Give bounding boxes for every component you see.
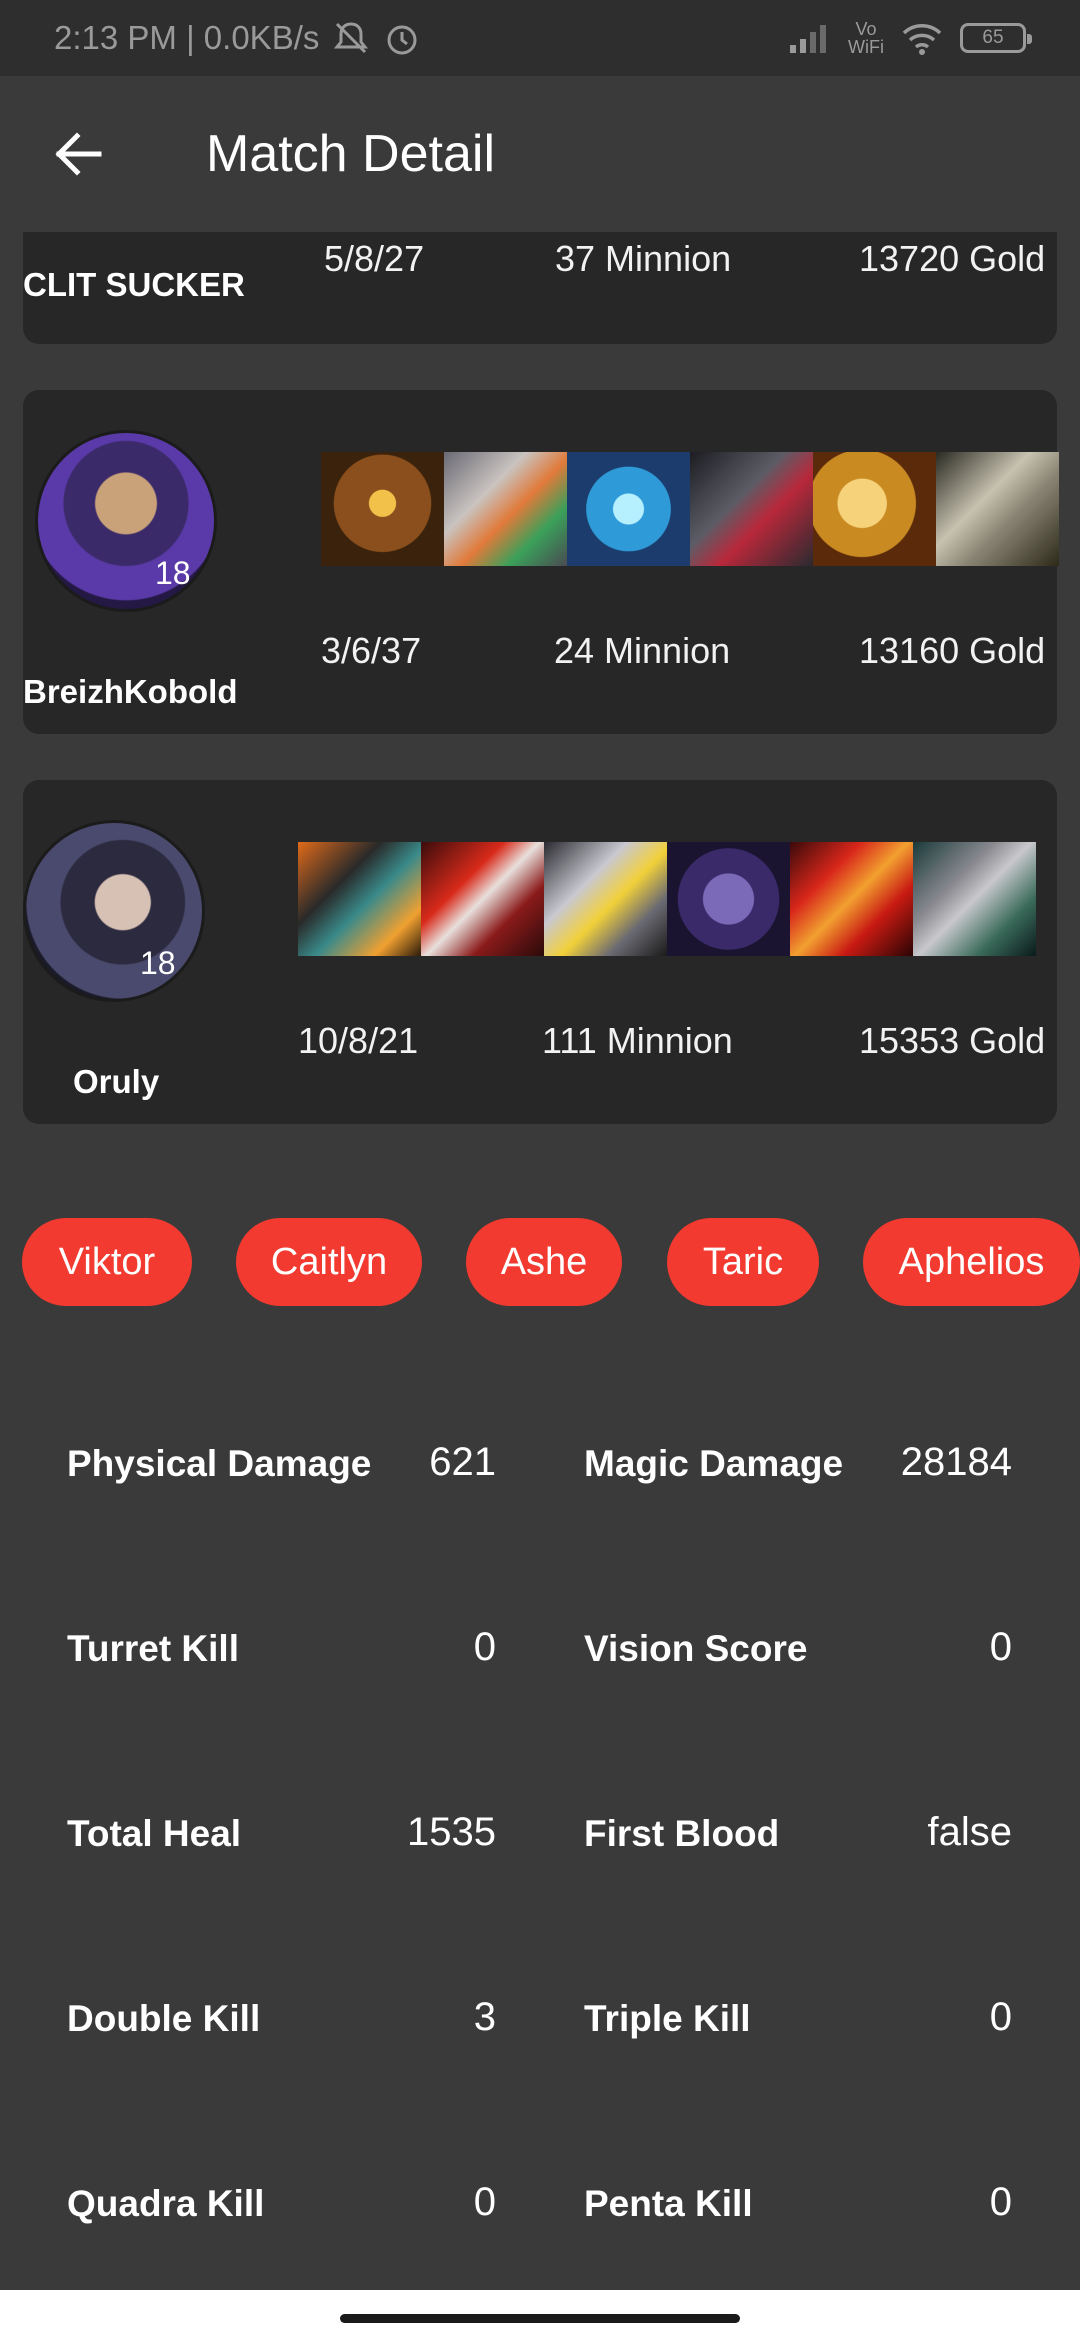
item-build [298,842,1036,956]
back-button[interactable] [32,109,122,199]
player-card[interactable]: 18 BreizhKobold 3/6/37 24 Minnion 13160 … [23,390,1059,734]
item-icon [913,842,1036,956]
stat-label-triple-kill: Triple Kill [584,1998,751,2039]
stat-value-turret-kill: 0 [473,1625,496,1669]
item-icon [421,842,544,956]
app-bar: Match Detail [0,76,1080,232]
stat-label-turret-kill: Turret Kill [67,1628,239,1669]
player-name: BreizhKobold [23,673,238,710]
item-icon [298,842,421,956]
stat-label-vision-score: Vision Score [584,1628,808,1669]
stat-label-first-blood: First Blood [584,1813,780,1854]
status-bar: 2:13 PM | 0.0KB/s Vo WiFi 65 [0,0,1080,76]
champion-level: 18 [140,945,176,981]
battery-level: 65 [982,27,1004,48]
player-gold: 15353 Gold [859,1020,1046,1061]
player-minions: 111 Minnion [542,1020,733,1061]
champion-chip-taric[interactable]: Taric [667,1218,819,1306]
item-icon [667,842,790,956]
champion-level: 18 [155,555,191,591]
mute-notification-icon [331,20,371,56]
player-gold: 13160 Gold [859,630,1046,671]
player-gold: 13720 Gold [859,238,1046,279]
champion-avatar: 18 [35,430,217,612]
champion-avatar: 18 [23,820,205,1002]
player-kda: 3/6/37 [321,630,422,671]
player-card[interactable]: 18 Oruly 10/8/21 111 Minnion 15353 Gold [23,780,1057,1124]
player-kda: 10/8/21 [298,1020,419,1061]
player-minions: 37 Minnion [555,238,732,279]
item-icon [544,842,667,956]
item-icon [936,452,1059,566]
stat-value-total-heal: 1535 [407,1810,496,1854]
stat-value-physical-damage: 621 [429,1440,496,1484]
stat-value-penta-kill: 0 [989,2180,1012,2224]
vowifi-line-1: Vo [855,19,877,39]
item-icon [813,452,936,566]
stat-label-magic-damage: Magic Damage [584,1443,844,1484]
champion-chip-viktor[interactable]: Viktor [22,1218,192,1306]
player-name: CLIT SUCKER [23,266,245,303]
page-title: Match Detail [206,125,495,183]
champion-chip-aphelios[interactable]: Aphelios [863,1218,1080,1306]
battery-indicator: 65 [960,23,1032,53]
status-time-speed: 2:13 PM | 0.0KB/s [54,19,320,56]
player-kda: 5/8/27 [324,238,425,279]
stat-label-quadra-kill: Quadra Kill [67,2183,265,2224]
stat-label-penta-kill: Penta Kill [584,2183,753,2224]
stat-value-vision-score: 0 [989,1625,1012,1669]
champion-chip-caitlyn[interactable]: Caitlyn [236,1218,422,1306]
stat-value-first-blood: false [927,1810,1013,1854]
stat-value-double-kill: 3 [473,1995,496,2039]
stat-label-total-heal: Total Heal [67,1813,242,1854]
item-icon [790,842,913,956]
item-icon [321,452,444,566]
arrow-left-icon [55,132,102,176]
alarm-icon [383,19,421,57]
stat-value-quadra-kill: 0 [473,2180,496,2224]
champion-chip-ashe[interactable]: Ashe [466,1218,622,1306]
signal-icon [788,23,832,53]
stat-value-magic-damage: 28184 [900,1440,1012,1484]
player-minions: 24 Minnion [554,630,731,671]
wifi-icon [900,21,944,55]
vowifi-indicator: Vo WiFi [848,20,884,56]
item-build [321,452,1059,566]
navigation-bar [0,2290,1080,2340]
item-icon [444,452,567,566]
item-icon [690,452,813,566]
item-icon [567,452,690,566]
player-card[interactable]: CLIT SUCKER 5/8/27 37 Minnion 13720 Gold [23,232,1057,344]
home-gesture-handle[interactable] [340,2314,740,2323]
vowifi-line-2: WiFi [848,37,884,57]
player-name: Oruly [73,1063,160,1100]
stat-value-triple-kill: 0 [989,1995,1012,2039]
stat-label-double-kill: Double Kill [67,1998,261,2039]
